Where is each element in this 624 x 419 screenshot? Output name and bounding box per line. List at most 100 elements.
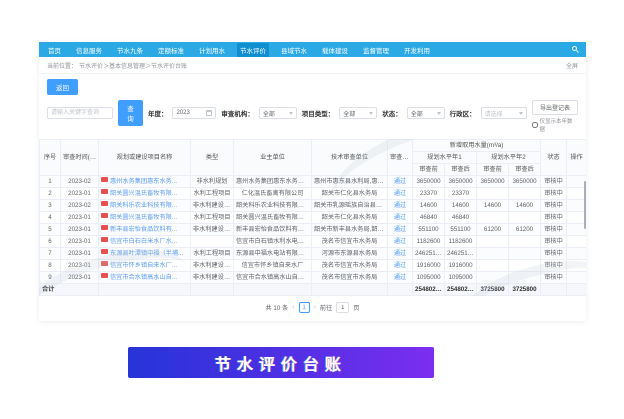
cell-type: 水利工程项目	[190, 187, 234, 200]
nav-item[interactable]: 首页	[45, 43, 64, 57]
cell-status: 审核中	[540, 211, 567, 224]
nav-item[interactable]: 信息服务	[73, 43, 105, 57]
col-header-conclusion: 审查结论	[387, 139, 413, 176]
col-header-year1: 规划水平年1	[412, 151, 477, 164]
cell-month: 2023-01	[60, 271, 99, 284]
cell-y2-before	[476, 247, 509, 260]
cell-y1-before: 1095000	[412, 271, 445, 284]
cell-name: 惠州水务集团惠东水务...	[98, 175, 191, 188]
cell-y2-after: 61200	[508, 223, 541, 236]
query-button[interactable]: 查询	[118, 100, 143, 126]
agency-select[interactable]: 全部	[258, 107, 297, 119]
nav-item[interactable]: 定额标准	[155, 43, 187, 57]
region-label: 行政区：	[449, 111, 476, 118]
cell-tech: 茂名市信宜市水务局	[311, 235, 388, 248]
nav-item[interactable]: 计划用水	[196, 43, 228, 57]
cell-y2-after	[508, 271, 541, 284]
status-select[interactable]: 全部	[406, 107, 445, 119]
project-name-link[interactable]: 东源县叶潭镇中福（半埔...	[110, 250, 183, 257]
cell-y1-after: 23370	[444, 187, 477, 200]
nav-item[interactable]: 节水九条	[114, 43, 146, 57]
nav-item[interactable]: 节水评价	[237, 42, 269, 57]
search-icon[interactable]	[571, 45, 580, 54]
col-header-before-2: 审查前	[476, 163, 509, 176]
cell-tech: 惠州市惠东县水利局,惠州市...	[311, 175, 388, 188]
project-name-link[interactable]: 韶关圆兴温氏畜牧有限...	[110, 214, 177, 221]
cell-no: 7	[39, 247, 61, 260]
region-select[interactable]: 请选择	[480, 107, 527, 119]
cell-conclusion: 通过	[387, 259, 413, 272]
cell-y1-before: 551100	[412, 223, 445, 236]
only-current-year-checkbox[interactable]	[531, 122, 538, 128]
scrollbar-thumb[interactable]	[584, 181, 586, 229]
cell-owner: 信宜市合水镇高水山自来水厂	[233, 271, 312, 284]
project-name-link[interactable]: 信宜市怀乡镇自来水厂...	[110, 262, 177, 269]
cell-month: 2023-01	[60, 211, 99, 224]
cell-name: 韶关圆兴温氏畜牧有限...	[98, 187, 191, 200]
chevron-down-icon	[436, 111, 441, 115]
next-page-button[interactable]: ›	[314, 304, 316, 311]
cell-y2-after: 3650000	[508, 175, 541, 188]
breadcrumb-path: 节水评价＞基本信息管理＞节水评价台账	[79, 63, 188, 70]
goto-page-input[interactable]	[336, 302, 350, 313]
cell-no: 9	[39, 271, 61, 284]
cell-type: 非水利规划	[190, 175, 234, 188]
cell-y1-before: 1916000	[412, 259, 445, 272]
cell-y1-before: 1182600	[412, 235, 445, 248]
cell-y2-before	[476, 187, 509, 200]
cell-conclusion: 通过	[387, 271, 413, 284]
cell-y2-before	[476, 211, 509, 224]
year-picker[interactable]: 2023	[172, 107, 217, 119]
table-row: 2 2023-01 韶关圆兴温氏畜牧有限... 水利工程项目 仁化温氏畜禽有限公…	[39, 187, 586, 200]
region-placeholder: 请选择	[484, 111, 503, 118]
cell-op	[566, 271, 586, 284]
page: 首页 信息服务 节水九条 定额标准 计划用水 节水评价 县域节水 载体建设 监督…	[0, 0, 624, 419]
status-label: 状态：	[382, 111, 402, 118]
fullscreen-toggle[interactable]: 全屏	[566, 61, 578, 70]
project-name-link[interactable]: 惠州水务集团惠东水务...	[110, 178, 177, 185]
cell-no: 3	[39, 199, 61, 212]
project-name-link[interactable]: 信宜市合水镇高水山自...	[110, 274, 177, 281]
cell-y2-after	[508, 247, 541, 260]
cell-name: 韶关圆兴温氏畜牧有限...	[98, 211, 191, 224]
nav-item[interactable]: 载体建设	[319, 43, 351, 57]
table-body: 1 2023-02 惠州水务集团惠东水务... 非水利规划 惠州水务集团惠东水务…	[39, 175, 586, 284]
export-register-button[interactable]: 导出登记表	[531, 100, 578, 115]
keyword-search-input[interactable]	[47, 107, 113, 119]
cell-tech: 茂名市信宜市水务局	[311, 271, 388, 284]
cell-status: 审核中	[540, 223, 567, 236]
chevron-down-icon	[518, 111, 523, 115]
col-header-name: 规划或建设项目名称	[98, 139, 191, 176]
cell-conclusion: 通过	[387, 247, 413, 260]
project-name-link[interactable]: 韶关圆兴温氏畜牧有限...	[110, 190, 177, 197]
cell-y2-after: 14600	[508, 199, 541, 212]
project-type-select[interactable]: 全部	[339, 107, 378, 119]
cell-y1-after: 551100	[444, 223, 477, 236]
page-number-button[interactable]: 1	[298, 302, 310, 313]
cell-name: 韶关科乐农业科技有限...	[98, 199, 191, 212]
cell-month: 2023-01	[60, 223, 99, 236]
cell-y1-before: 14600	[412, 199, 445, 212]
cell-type: 非水利建设项目	[190, 259, 234, 272]
cell-y1-before: 246251600	[412, 247, 445, 260]
agency-label: 审查机构：	[221, 111, 254, 118]
year-value: 2023	[176, 110, 190, 116]
col-header-year2: 规划水平年2	[476, 151, 541, 164]
prev-page-button[interactable]: ‹	[292, 304, 294, 311]
project-name-link[interactable]: 韶关科乐农业科技有限...	[110, 202, 177, 209]
nav-item[interactable]: 县域节水	[278, 43, 310, 57]
project-type-value: 全部	[343, 111, 356, 118]
nav-item[interactable]: 开发利用	[401, 43, 433, 57]
project-name-link[interactable]: 新丰县宏怡食品饮料有...	[110, 226, 177, 233]
cell-month: 2023-01	[60, 247, 99, 260]
agency-value: 全部	[262, 111, 275, 118]
nav-item[interactable]: 监督管理	[360, 43, 392, 57]
cell-tech: 韶关市新丰县水务局,韶关市...	[311, 223, 388, 236]
doc-badge-icon	[101, 201, 108, 207]
year-label: 年度：	[147, 111, 168, 118]
project-name-link[interactable]: 信宜市白石白米水厂水...	[110, 238, 177, 245]
cell-y2-before	[476, 259, 509, 272]
cell-no: 6	[39, 235, 61, 248]
back-button[interactable]: 返回	[47, 79, 78, 95]
total-label: 合计	[39, 283, 99, 296]
